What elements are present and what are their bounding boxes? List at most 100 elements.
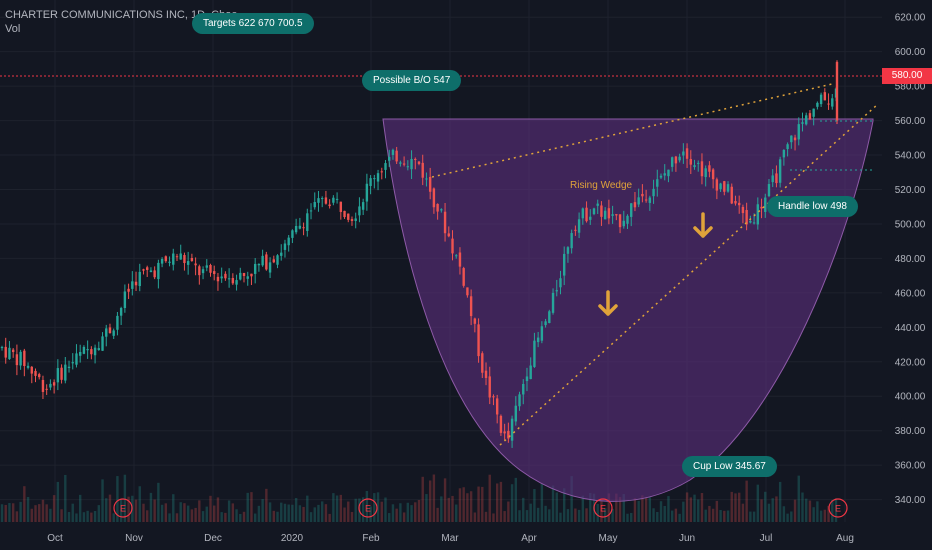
- volume-bar: [421, 476, 424, 522]
- candle-body: [451, 238, 454, 254]
- candle-body: [518, 394, 521, 407]
- volume-bar: [730, 491, 733, 522]
- candle-body: [291, 230, 294, 238]
- candle-body: [235, 280, 238, 285]
- volume-bar: [380, 501, 383, 522]
- volume-bar: [697, 499, 700, 522]
- volume-bar: [213, 505, 216, 522]
- y-tick-label: 480.00: [895, 254, 926, 265]
- x-tick-label: 2020: [281, 533, 304, 544]
- candle-body: [198, 266, 201, 276]
- candle-body: [633, 202, 637, 208]
- volume-bar: [510, 484, 514, 522]
- volume-bar: [23, 486, 26, 522]
- cup-low-callout[interactable]: Cup Low 345.67: [682, 456, 777, 477]
- volume-bar: [540, 484, 544, 522]
- volume-bar: [19, 501, 22, 522]
- volume-bar: [123, 474, 127, 522]
- candle-body: [548, 311, 551, 324]
- volume-bar: [723, 510, 726, 522]
- volume-bar: [313, 507, 316, 522]
- volume-bar: [332, 493, 335, 522]
- volume-bar: [670, 510, 674, 522]
- volume-bar: [302, 506, 305, 522]
- candle-body: [123, 291, 127, 309]
- candle-body: [630, 203, 633, 217]
- volume-bar: [689, 497, 692, 522]
- candle-body: [283, 243, 287, 250]
- candle-body: [138, 271, 141, 287]
- volume-bar: [101, 479, 104, 522]
- volume-bar: [745, 480, 748, 522]
- candle-body: [64, 364, 67, 381]
- y-tick-label: 600.00: [895, 47, 926, 58]
- volume-bar: [112, 513, 115, 522]
- candle-body: [410, 158, 413, 170]
- candle-body: [428, 176, 432, 192]
- volume-bar: [239, 513, 242, 522]
- candle-body: [347, 213, 350, 220]
- volume-bar: [186, 505, 190, 522]
- volume-bar: [227, 500, 231, 522]
- targets-callout[interactable]: Targets 622 670 700.5: [192, 13, 314, 34]
- candle-body: [835, 62, 839, 121]
- volume-bar: [384, 497, 387, 522]
- volume-bar: [674, 508, 678, 522]
- candle-body: [131, 281, 134, 289]
- candle-body: [462, 268, 465, 286]
- candle-body: [417, 161, 421, 164]
- volume-bar: [146, 510, 149, 522]
- candle-body: [440, 209, 443, 211]
- candle-body: [555, 290, 558, 292]
- volume-bar: [797, 475, 800, 522]
- volume-bar: [108, 494, 112, 522]
- candle-body: [469, 296, 473, 317]
- volume-bar: [425, 494, 428, 522]
- volume-bar: [194, 507, 197, 522]
- candle-body: [823, 92, 827, 101]
- price-chart[interactable]: E E E E 340.00 360.00 380.00 400.00 420.00 440.0…: [0, 0, 932, 550]
- volume-bar: [350, 511, 354, 522]
- candle-body: [82, 346, 86, 354]
- volume-bar: [294, 497, 298, 522]
- candle-body: [622, 220, 625, 227]
- volume-bar: [451, 495, 454, 522]
- candle-body: [458, 252, 462, 267]
- candle-body: [216, 276, 220, 282]
- candle-body: [697, 162, 700, 164]
- candle-body: [473, 318, 477, 324]
- candle-body: [276, 255, 279, 265]
- candle-body: [175, 256, 179, 258]
- volume-bar: [395, 508, 398, 522]
- volume-bar: [11, 503, 15, 522]
- candle-body: [60, 367, 63, 380]
- candle-body: [179, 253, 182, 260]
- candle-body: [358, 206, 361, 216]
- volume-bar: [201, 511, 205, 522]
- volume-bar: [756, 484, 760, 522]
- candle-body: [600, 205, 603, 217]
- volume-bar: [90, 512, 93, 522]
- candle-body: [246, 276, 249, 279]
- volume-bar: [298, 505, 302, 522]
- candle-body: [529, 365, 532, 380]
- volume-bar: [153, 499, 156, 522]
- candle-body: [380, 171, 383, 173]
- candle-body: [656, 179, 659, 187]
- breakout-callout[interactable]: Possible B/O 547: [362, 70, 462, 91]
- candle-body: [626, 215, 629, 224]
- volume-bar: [324, 504, 328, 522]
- candle-body: [328, 204, 331, 207]
- earnings-markers: EEEE: [113, 498, 848, 518]
- volume-bar: [555, 492, 558, 522]
- volume-bar: [354, 498, 357, 522]
- time-axis: Oct Nov Dec 2020 Feb Mar Apr May Jun Jul Aug: [47, 533, 854, 544]
- candle-body: [812, 108, 815, 117]
- y-tick-label: 420.00: [895, 357, 926, 368]
- earnings-marker-label: E: [835, 504, 841, 514]
- volume-bar: [432, 474, 436, 522]
- y-tick-label: 620.00: [895, 13, 926, 24]
- volume-bar: [0, 504, 4, 522]
- volume-bar: [823, 509, 827, 522]
- handle-low-callout[interactable]: Handle low 498: [767, 196, 858, 217]
